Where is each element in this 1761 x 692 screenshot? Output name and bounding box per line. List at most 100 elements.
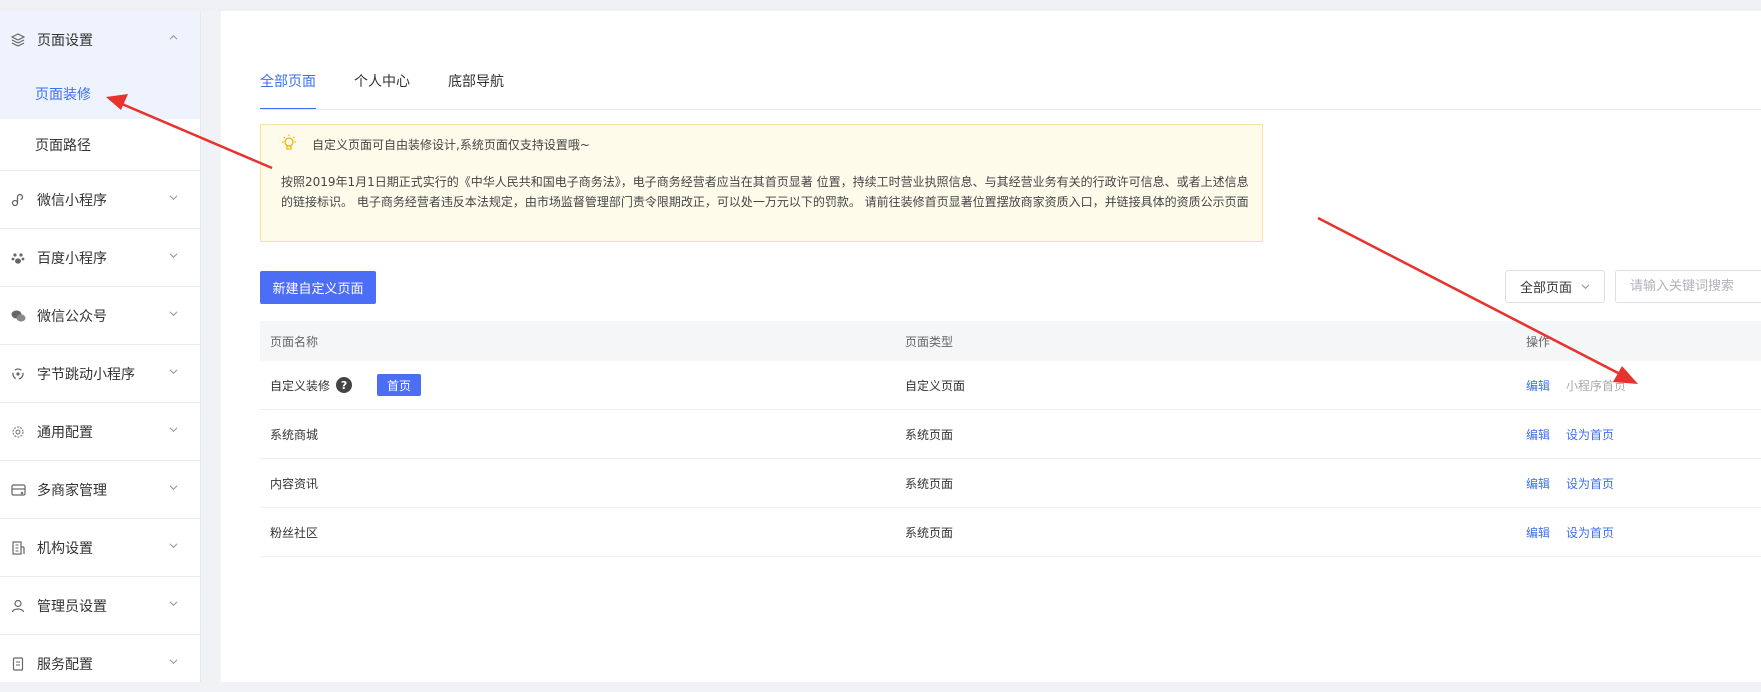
sidebar-group-wechat-official: 微信公众号 <box>0 287 200 345</box>
sidebar-item-label: 页面设置 <box>37 32 93 49</box>
sidebar-item-baidu-miniapp[interactable]: 百度小程序 <box>0 229 200 286</box>
row-actions: 编辑 设为首页 <box>1526 410 1630 458</box>
table-row: 系统商城 系统页面 编辑 设为首页 <box>260 410 1761 459</box>
sidebar-item-label: 微信公众号 <box>37 308 107 325</box>
sidebar-item-bytedance-miniapp[interactable]: 字节跳动小程序 <box>0 345 200 402</box>
tab-all-pages[interactable]: 全部页面 <box>260 67 316 110</box>
chevron-down-icon <box>169 369 178 375</box>
sidebar-item-admin-settings[interactable]: 管理员设置 <box>0 577 200 634</box>
sidebar-item-multi-merchant[interactable]: 多商家管理 <box>0 461 200 518</box>
layers-icon <box>10 32 26 48</box>
sidebar-item-org-settings[interactable]: 机构设置 <box>0 519 200 576</box>
miniapp-home-label: 小程序首页 <box>1566 378 1627 393</box>
building-icon <box>10 540 26 556</box>
sidebar-group-admin-settings: 管理员设置 <box>0 577 200 635</box>
sidebar-group-baidu-miniapp: 百度小程序 <box>0 229 200 287</box>
edit-link[interactable]: 编辑 <box>1526 426 1550 443</box>
page-filter-select[interactable]: 全部页面 <box>1505 270 1605 303</box>
chevron-down-icon <box>169 427 178 433</box>
tab-divider <box>260 109 1761 110</box>
chevron-down-icon <box>169 195 178 201</box>
home-badge: 首页 <box>377 374 422 396</box>
chevron-down-icon <box>169 485 178 491</box>
tab-personal-center[interactable]: 个人中心 <box>354 67 410 110</box>
paw-icon <box>10 250 26 266</box>
notice-box: 自定义页面可自由装修设计,系统页面仅支持设置哦~ 按照2019年1月1日期正式实… <box>260 124 1263 242</box>
sidebar-group-org-settings: 机构设置 <box>0 519 200 577</box>
row-name: 粉丝社区 <box>270 525 319 540</box>
set-home-link[interactable]: 设为首页 <box>1566 524 1614 541</box>
row-type: 自定义页面 <box>905 378 966 393</box>
sidebar-item-wechat-miniapp[interactable]: 微信小程序 <box>0 171 200 228</box>
header-actions: 操作 <box>1526 334 1551 349</box>
search-input[interactable] <box>1615 270 1761 303</box>
edit-link[interactable]: 编辑 <box>1526 475 1550 492</box>
chevron-down-icon <box>169 659 178 665</box>
gear-icon <box>10 424 26 440</box>
sidebar-item-label: 百度小程序 <box>37 250 107 267</box>
tab-bottom-nav[interactable]: 底部导航 <box>448 67 504 110</box>
chevron-up-icon <box>169 34 178 40</box>
document-icon <box>10 656 26 672</box>
sidebar-group-multi-merchant: 多商家管理 <box>0 461 200 519</box>
new-custom-page-button[interactable]: 新建自定义页面 <box>260 271 376 304</box>
chevron-down-icon <box>169 543 178 549</box>
wechat-icon <box>10 308 26 324</box>
chevron-down-icon <box>1581 284 1590 290</box>
sidebar-item-label: 字节跳动小程序 <box>37 366 135 383</box>
sidebar-item-label: 服务配置 <box>37 656 93 673</box>
table-row: 自定义装修 ? 首页 自定义页面 编辑 小程序首页 <box>260 361 1761 410</box>
sidebar: 页面设置 页面装修 页面路径 微信小程序 百度小程序 微信公众号 字节跳动小程序… <box>0 11 201 682</box>
header-page-name: 页面名称 <box>270 334 319 349</box>
sidebar-item-label: 机构设置 <box>37 540 93 557</box>
table-row: 粉丝社区 系统页面 编辑 设为首页 <box>260 508 1761 557</box>
sidebar-subitem-page-decoration[interactable]: 页面装修 <box>0 68 200 119</box>
sidebar-subitem-page-path[interactable]: 页面路径 <box>0 119 200 170</box>
user-icon <box>10 598 26 614</box>
table-header: 页面名称 页面类型 操作 <box>260 321 1761 361</box>
edit-link[interactable]: 编辑 <box>1526 524 1550 541</box>
row-actions: 编辑 设为首页 <box>1526 459 1630 507</box>
row-actions: 编辑 小程序首页 <box>1526 361 1626 409</box>
top-strip <box>0 0 1761 11</box>
main-panel: 全部页面 个人中心 底部导航 自定义页面可自由装修设计,系统页面仅支持设置哦~ … <box>221 11 1761 682</box>
row-type: 系统页面 <box>905 525 954 540</box>
set-home-link[interactable]: 设为首页 <box>1566 426 1614 443</box>
set-home-link[interactable]: 设为首页 <box>1566 475 1614 492</box>
row-name: 内容资讯 <box>270 476 319 491</box>
store-icon <box>10 482 26 498</box>
sidebar-item-service-config[interactable]: 服务配置 <box>0 635 200 692</box>
sidebar-item-label: 微信小程序 <box>37 192 107 209</box>
row-name-cell: 自定义装修 ? 首页 <box>270 361 422 409</box>
sidebar-group-general-config: 通用配置 <box>0 403 200 461</box>
sidebar-group-bytedance-miniapp: 字节跳动小程序 <box>0 345 200 403</box>
sidebar-group-page-settings: 页面设置 页面装修 页面路径 <box>0 11 200 171</box>
pages-table: 页面名称 页面类型 操作 自定义装修 ? 首页 自定义页面 编辑 小程序首页 系… <box>260 321 1761 557</box>
help-icon[interactable]: ? <box>336 377 353 393</box>
lightbulb-icon <box>282 134 296 150</box>
notice-tip: 自定义页面可自由装修设计,系统页面仅支持设置哦~ <box>312 138 590 152</box>
sidebar-item-general-config[interactable]: 通用配置 <box>0 403 200 460</box>
row-name: 自定义装修 <box>270 378 331 393</box>
row-type: 系统页面 <box>905 427 954 442</box>
page-filter-value: 全部页面 <box>1520 281 1573 296</box>
edit-link[interactable]: 编辑 <box>1526 377 1550 394</box>
row-name: 系统商城 <box>270 427 319 442</box>
header-page-type: 页面类型 <box>905 334 954 349</box>
bytedance-icon <box>10 366 26 382</box>
notice-body: 按照2019年1月1日期正式实行的《中华人民共和国电子商务法》，电子商务经营者应… <box>281 175 1249 209</box>
sidebar-item-label: 管理员设置 <box>37 598 107 615</box>
chevron-down-icon <box>169 311 178 317</box>
sidebar-group-wechat-miniapp: 微信小程序 <box>0 171 200 229</box>
row-type: 系统页面 <box>905 476 954 491</box>
page-tabs: 全部页面 个人中心 底部导航 <box>260 67 542 110</box>
sidebar-group-service-config: 服务配置 <box>0 635 200 692</box>
sidebar-item-label: 多商家管理 <box>37 482 107 499</box>
row-actions: 编辑 设为首页 <box>1526 508 1630 556</box>
sidebar-item-wechat-official[interactable]: 微信公众号 <box>0 287 200 344</box>
chevron-down-icon <box>169 253 178 259</box>
link-icon <box>10 192 26 208</box>
sidebar-item-page-settings[interactable]: 页面设置 <box>0 11 200 68</box>
chevron-down-icon <box>169 601 178 607</box>
sidebar-item-label: 通用配置 <box>37 424 93 441</box>
